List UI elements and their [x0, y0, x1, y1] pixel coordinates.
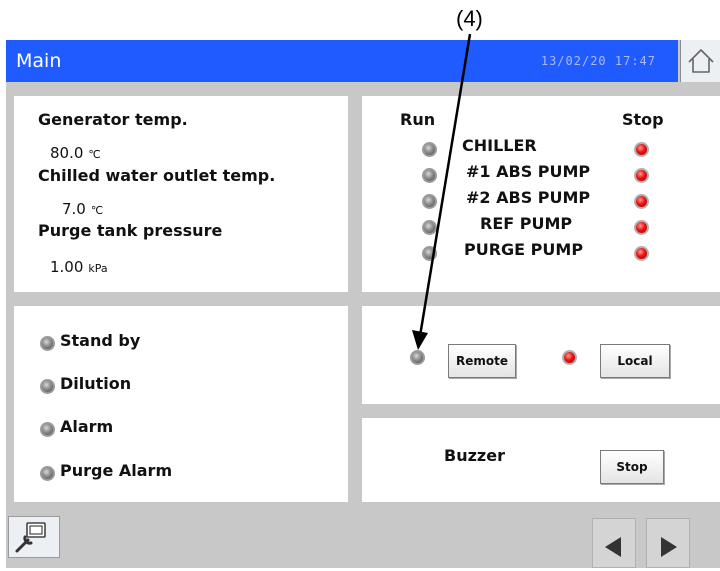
callout-arrow: [412, 33, 472, 350]
